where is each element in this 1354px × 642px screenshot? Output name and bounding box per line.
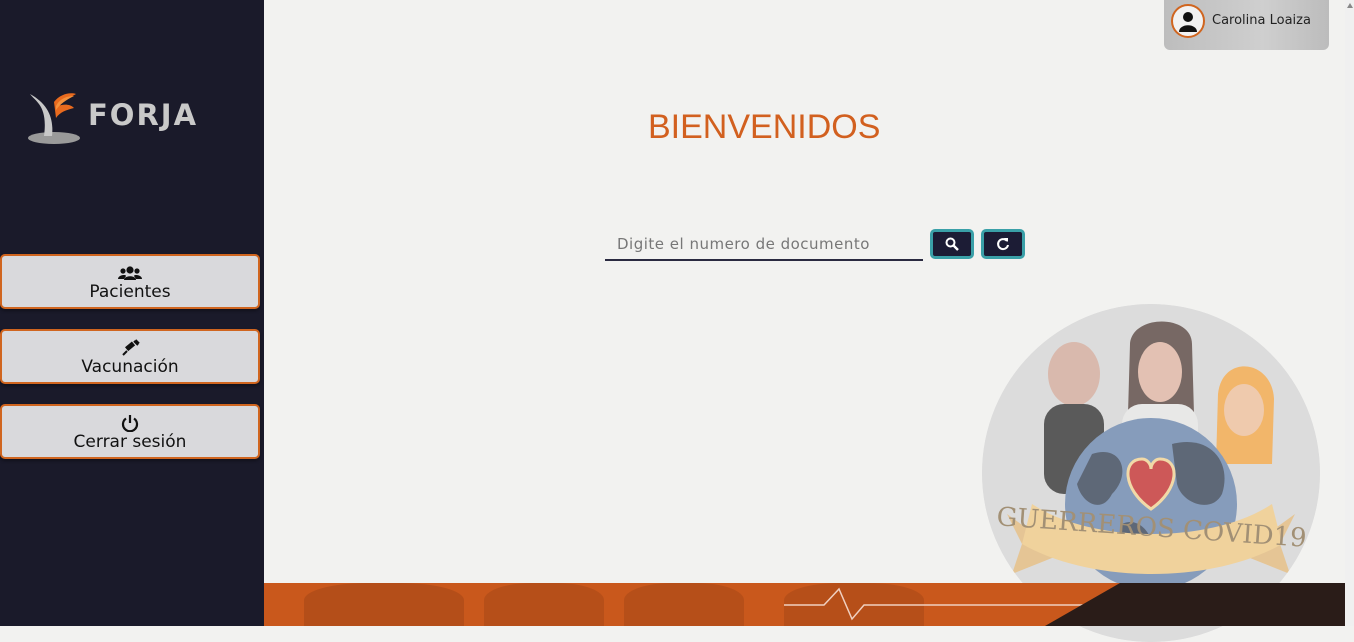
users-icon bbox=[2, 264, 258, 282]
sidebar-item-pacientes[interactable]: Pacientes bbox=[0, 254, 260, 309]
user-menu[interactable]: Carolina Loaiza bbox=[1164, 0, 1329, 50]
refresh-icon bbox=[997, 238, 1009, 251]
footer-banner bbox=[264, 583, 1345, 626]
sidebar-item-vacunacion[interactable]: Vacunación bbox=[0, 329, 260, 384]
scroll-up-icon[interactable] bbox=[1347, 3, 1353, 8]
power-icon bbox=[2, 414, 258, 433]
search-button[interactable] bbox=[930, 229, 974, 259]
reset-button[interactable] bbox=[981, 229, 1025, 259]
flame-logo-icon bbox=[28, 93, 80, 144]
sidebar-item-label: Cerrar sesión bbox=[73, 432, 187, 452]
scrollbar[interactable] bbox=[1345, 0, 1354, 626]
sidebar: FORJA Pacientes Vacunación Cerrar sesión bbox=[0, 0, 264, 626]
sidebar-item-label: Pacientes bbox=[89, 282, 171, 302]
search-icon bbox=[945, 237, 959, 251]
user-name: Carolina Loaiza bbox=[1212, 13, 1311, 28]
page-title: BIENVENIDOS bbox=[648, 108, 881, 146]
sidebar-item-label: Vacunación bbox=[81, 357, 179, 377]
syringe-icon bbox=[2, 339, 258, 357]
forja-logo: FORJA bbox=[26, 88, 236, 150]
avatar-icon bbox=[1171, 4, 1205, 38]
document-search-input[interactable] bbox=[605, 229, 923, 261]
sidebar-item-cerrar-sesion[interactable]: Cerrar sesión bbox=[0, 404, 260, 459]
brand-name: FORJA bbox=[88, 98, 199, 132]
